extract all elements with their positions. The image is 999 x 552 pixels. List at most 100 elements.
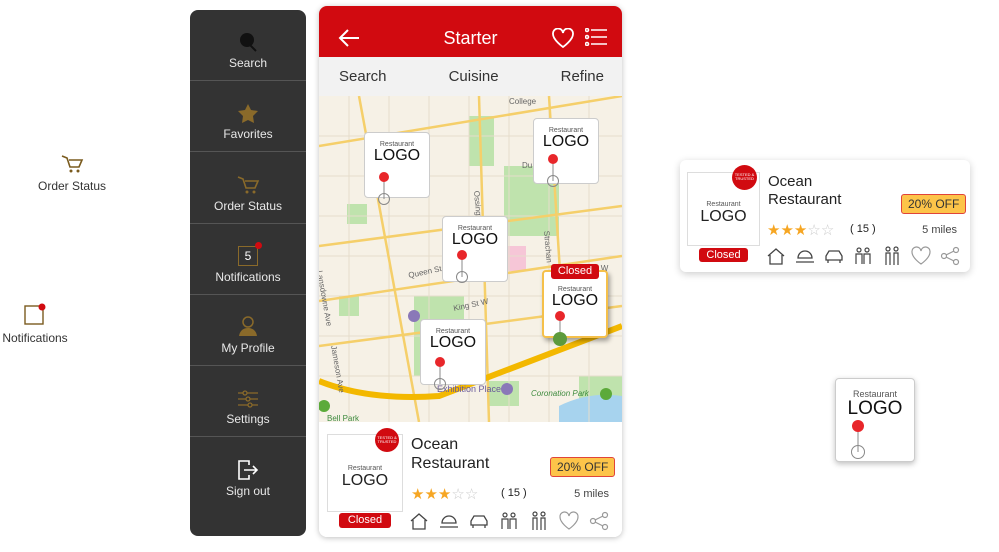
couple-icon: [885, 246, 899, 265]
review-count: ( 15 ): [501, 487, 527, 499]
restaurant-name-line1: Ocean: [411, 436, 459, 453]
sidebar-item-sign-out[interactable]: Sign out: [190, 437, 306, 508]
discount-badge: 20% OFF: [901, 194, 967, 214]
restaurant-marker-standalone[interactable]: Restaurant LOGO: [835, 378, 915, 462]
map-pin-icon: [456, 250, 468, 283]
delivery-icon: [796, 250, 814, 263]
notifications-standalone[interactable]: Notifications: [0, 302, 70, 345]
sidebar-item-label: Favorites: [223, 127, 273, 142]
sidebar-item-settings[interactable]: Settings: [190, 366, 306, 438]
share-icon[interactable]: [589, 511, 609, 531]
family-icon: [855, 247, 871, 264]
search-icon: [240, 33, 257, 52]
share-icon[interactable]: [940, 246, 960, 266]
park-icon: [319, 400, 330, 412]
restaurant-name-line2: Restaurant: [768, 191, 842, 208]
map-label-strachan: Strachan: [542, 230, 554, 263]
marker-logo-text: LOGO: [429, 334, 477, 351]
marker-logo-text: LOGO: [551, 292, 599, 309]
map-pin-icon: [434, 357, 446, 390]
sign-out-icon: [238, 460, 259, 481]
notification-icon: 5: [238, 241, 262, 266]
star-rating: ★★★☆☆: [767, 222, 835, 239]
map-view[interactable]: College Du Ossington Strachan Queen St King S…: [319, 96, 622, 422]
notifications-label: Notifications: [2, 331, 68, 345]
family-icon: [501, 512, 517, 529]
logo-big-text: LOGO: [341, 472, 389, 489]
tab-cuisine[interactable]: Cuisine: [449, 68, 499, 85]
page-title: Starter: [443, 28, 498, 48]
marker-logo-text: LOGO: [451, 231, 499, 248]
tab-bar: Search Cuisine Refine: [319, 57, 622, 96]
marker-logo-text: LOGO: [373, 147, 421, 164]
map-pin-icon: [553, 311, 567, 346]
status-badge: Closed: [339, 513, 391, 528]
tab-refine[interactable]: Refine: [561, 68, 604, 85]
map-label-queen: Queen St: [408, 264, 444, 280]
sidebar-item-label: My Profile: [221, 340, 275, 355]
phone-screen: Starter Search Cuisine Refine College Du O…: [319, 6, 622, 537]
sidebar-item-label: Notifications: [215, 269, 281, 284]
logo-small-text: Restaurant: [347, 465, 383, 472]
logo-small-text: Restaurant: [706, 201, 741, 208]
sliders-icon: [238, 390, 258, 408]
home-icon: [410, 513, 428, 530]
couple-icon: [532, 511, 546, 530]
restaurant-marker[interactable]: Restaurant LOGO: [364, 132, 430, 205]
map-pin-icon: [547, 154, 559, 187]
selected-restaurant-marker[interactable]: Restaurant LOGO: [542, 270, 608, 346]
sidebar-item-label: Search: [228, 56, 268, 71]
map-pin-icon: [851, 420, 865, 459]
restaurant-name-line2: Restaurant: [411, 455, 490, 472]
logo-big-text: LOGO: [700, 208, 747, 225]
car-icon: [825, 250, 843, 263]
cart-icon: [61, 155, 84, 173]
car-icon: [470, 515, 488, 528]
home-icon: [767, 248, 785, 265]
order-status-standalone[interactable]: Order Status: [30, 154, 114, 193]
sidebar-item-order-status[interactable]: Order Status: [190, 152, 306, 224]
restaurant-card[interactable]: Restaurant LOGO TESTED & TRUSTED Closed O…: [319, 422, 622, 537]
star-icon: [238, 104, 258, 124]
notification-icon: [24, 303, 46, 325]
sidebar-item-label: Settings: [226, 412, 270, 427]
tested-trusted-seal: TESTED & TRUSTED: [732, 165, 757, 190]
marker-logo-text: LOGO: [847, 398, 903, 419]
sidebar-item-notifications[interactable]: 5 Notifications: [190, 224, 306, 295]
heart-icon[interactable]: [552, 28, 574, 48]
sidebar-item-my-profile[interactable]: My Profile: [190, 295, 306, 366]
restaurant-marker[interactable]: Restaurant LOGO: [420, 319, 486, 390]
order-status-label: Order Status: [37, 179, 107, 193]
list-icon[interactable]: [585, 28, 607, 46]
notification-count: 5: [244, 248, 252, 263]
seal-text: TESTED & TRUSTED: [734, 172, 755, 181]
restaurant-marker[interactable]: Restaurant LOGO: [442, 216, 508, 283]
landmark-icon: [501, 383, 513, 395]
marker-logo-text: LOGO: [542, 133, 590, 150]
map-label-college: College: [509, 97, 537, 106]
discount-badge: 20% OFF: [550, 457, 616, 477]
profile-icon: [239, 316, 257, 336]
sidebar-menu: Search Favorites Order Status 5 Notificat…: [190, 10, 306, 536]
tested-trusted-seal: TESTED & TRUSTED: [375, 428, 399, 452]
favorite-heart-icon[interactable]: [559, 511, 579, 531]
sidebar-item-search[interactable]: Search: [190, 10, 306, 82]
transit-icon: [408, 310, 420, 322]
park-icon: [600, 388, 612, 400]
star-rating: ★★★☆☆: [411, 486, 479, 503]
status-badge: Closed: [699, 248, 748, 262]
map-label-coronation: Coronation Park: [531, 389, 590, 398]
cart-icon: [237, 175, 260, 194]
distance: 5 miles: [922, 224, 957, 236]
seal-text: TESTED & TRUSTED: [377, 435, 397, 444]
app-header: Starter: [319, 6, 622, 57]
restaurant-card-standalone[interactable]: Restaurant LOGO TESTED & TRUSTED Closed O…: [680, 160, 970, 272]
map-label-dundas: Du: [522, 161, 532, 170]
sidebar-item-favorites[interactable]: Favorites: [190, 81, 306, 153]
restaurant-marker[interactable]: Restaurant LOGO: [533, 118, 599, 187]
tab-search[interactable]: Search: [339, 68, 387, 85]
favorite-heart-icon[interactable]: [911, 246, 931, 266]
closed-badge: Closed: [551, 264, 599, 279]
distance: 5 miles: [574, 488, 609, 500]
sidebar-item-label: Order Status: [213, 198, 283, 213]
